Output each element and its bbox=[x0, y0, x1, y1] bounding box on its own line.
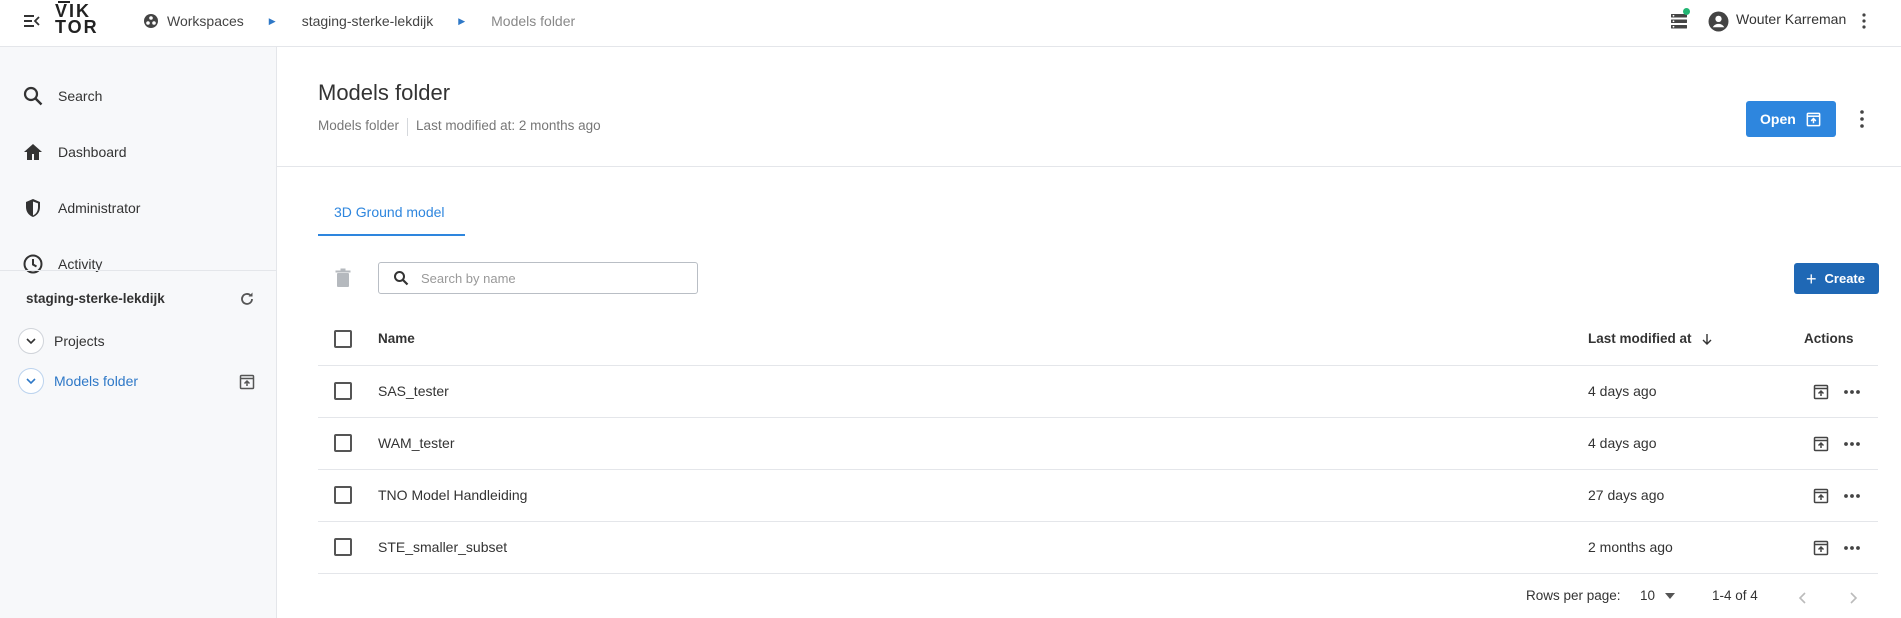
open-in-icon[interactable] bbox=[1812, 383, 1830, 401]
chevron-left-icon[interactable] bbox=[1796, 591, 1810, 605]
page-title: Models folder bbox=[318, 80, 451, 105]
row-modified: 4 days ago bbox=[1588, 383, 1657, 399]
search-icon bbox=[23, 86, 43, 106]
sort-descending-icon[interactable] bbox=[1701, 333, 1713, 346]
viktor-logo[interactable]: VIK TOR bbox=[55, 1, 99, 36]
more-horizontal-icon[interactable] bbox=[1843, 385, 1861, 399]
breadcrumb-current: Models folder bbox=[491, 13, 576, 29]
open-button[interactable]: Open bbox=[1746, 101, 1836, 137]
entity-meta: Models folder Last modified at: 2 months… bbox=[318, 118, 601, 136]
row-name[interactable]: STE_smaller_subset bbox=[378, 539, 507, 555]
dropdown-arrow-icon bbox=[1665, 592, 1676, 599]
more-horizontal-icon[interactable] bbox=[1843, 437, 1861, 451]
breadcrumb-workspaces[interactable]: Workspaces bbox=[167, 13, 244, 29]
chevron-right-icon[interactable] bbox=[1846, 591, 1860, 605]
row-name[interactable]: SAS_tester bbox=[378, 383, 449, 399]
header-divider bbox=[277, 166, 1901, 167]
open-in-icon[interactable] bbox=[238, 373, 256, 391]
open-in-icon[interactable] bbox=[1812, 487, 1830, 505]
search-icon bbox=[394, 271, 409, 286]
refresh-icon[interactable] bbox=[238, 290, 256, 308]
table-row[interactable]: TNO Model Handleiding 27 days ago bbox=[318, 470, 1878, 522]
more-horizontal-icon[interactable] bbox=[1843, 489, 1861, 503]
open-in-icon[interactable] bbox=[1812, 539, 1830, 557]
select-all-checkbox[interactable] bbox=[334, 330, 352, 348]
sidebar: Search Dashboard Administrator Activity … bbox=[0, 47, 277, 618]
table-row[interactable]: STE_smaller_subset 2 months ago bbox=[318, 522, 1878, 574]
models-table: Name Last modified at Actions SAS_tester… bbox=[318, 314, 1878, 574]
row-name[interactable]: TNO Model Handleiding bbox=[378, 487, 527, 503]
row-checkbox[interactable] bbox=[334, 486, 352, 504]
tree-item-models-folder[interactable]: Models folder bbox=[18, 367, 138, 395]
top-bar: VIK TOR Workspaces ▶ staging-sterke-lekd… bbox=[0, 0, 1901, 47]
more-vertical-icon[interactable] bbox=[1858, 108, 1866, 130]
chevron-down-icon[interactable] bbox=[18, 328, 44, 354]
chevron-down-icon[interactable] bbox=[18, 368, 44, 394]
search-input[interactable] bbox=[421, 270, 671, 286]
last-modified: Last modified at: 2 months ago bbox=[416, 118, 601, 133]
row-checkbox[interactable] bbox=[334, 538, 352, 556]
user-name[interactable]: Wouter Karreman bbox=[1736, 11, 1846, 27]
breadcrumb-separator-icon: ▶ bbox=[458, 15, 466, 26]
sidebar-item-search[interactable]: Search bbox=[0, 73, 276, 119]
more-horizontal-icon[interactable] bbox=[1843, 541, 1861, 555]
meta-divider bbox=[407, 118, 409, 136]
breadcrumb: Workspaces ▶ staging-sterke-lekdijk ▶ Mo… bbox=[143, 11, 575, 31]
table-row[interactable]: SAS_tester 4 days ago bbox=[318, 366, 1878, 418]
column-header-actions: Actions bbox=[1804, 331, 1854, 346]
row-modified: 4 days ago bbox=[1588, 435, 1657, 451]
workspaces-icon bbox=[144, 14, 158, 28]
home-icon bbox=[24, 144, 42, 160]
sidebar-item-dashboard[interactable]: Dashboard bbox=[0, 129, 276, 175]
delete-icon[interactable] bbox=[334, 268, 352, 288]
breadcrumb-workspace[interactable]: staging-sterke-lekdijk bbox=[302, 13, 434, 29]
row-checkbox[interactable] bbox=[334, 434, 352, 452]
rows-per-page-label: Rows per page: bbox=[1526, 588, 1621, 603]
breadcrumb-separator-icon: ▶ bbox=[268, 15, 276, 26]
open-in-icon[interactable] bbox=[1812, 435, 1830, 453]
user-avatar-icon[interactable] bbox=[1708, 11, 1729, 32]
menu-collapse-icon[interactable] bbox=[22, 11, 42, 31]
row-name[interactable]: WAM_tester bbox=[378, 435, 455, 451]
open-in-icon bbox=[1806, 112, 1821, 127]
create-button[interactable]: + Create bbox=[1794, 263, 1879, 294]
table-header-row: Name Last modified at Actions bbox=[318, 314, 1878, 366]
table-row[interactable]: WAM_tester 4 days ago bbox=[318, 418, 1878, 470]
row-checkbox[interactable] bbox=[334, 382, 352, 400]
workspace-name: staging-sterke-lekdijk bbox=[26, 291, 165, 306]
entity-type: Models folder bbox=[318, 118, 400, 133]
sidebar-item-administrator[interactable]: Administrator bbox=[0, 185, 276, 231]
shield-icon bbox=[26, 199, 40, 217]
plus-icon: + bbox=[1806, 268, 1817, 289]
clock-icon bbox=[23, 254, 43, 274]
row-modified: 27 days ago bbox=[1588, 487, 1665, 503]
tab-3d-ground-model[interactable]: 3D Ground model bbox=[318, 196, 465, 236]
sidebar-divider bbox=[0, 270, 276, 271]
row-modified: 2 months ago bbox=[1588, 539, 1673, 555]
notification-dot bbox=[1683, 8, 1690, 15]
rows-per-page-select[interactable]: 10 bbox=[1640, 588, 1676, 603]
page-range: 1-4 of 4 bbox=[1712, 588, 1758, 603]
tree-item-projects[interactable]: Projects bbox=[18, 327, 105, 355]
sidebar-item-activity[interactable]: Activity bbox=[0, 241, 276, 287]
user-more-icon[interactable] bbox=[1860, 11, 1868, 31]
column-header-last-modified[interactable]: Last modified at bbox=[1588, 331, 1713, 346]
column-header-name[interactable]: Name bbox=[378, 331, 415, 346]
search-field[interactable] bbox=[378, 262, 698, 294]
